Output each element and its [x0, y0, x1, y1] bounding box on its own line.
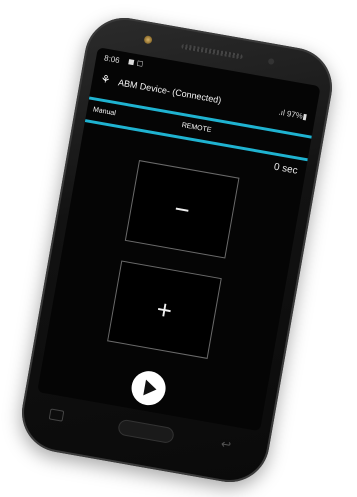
proximity-sensor: [267, 58, 275, 65]
tab-manual[interactable]: Manual: [92, 106, 116, 117]
battery-status: .ıl 97%▮: [277, 107, 308, 122]
status-time: 8:06: [103, 53, 121, 66]
decrease-button[interactable]: −: [124, 160, 240, 259]
home-button[interactable]: [117, 418, 175, 445]
notification-icons: ◼ ◻: [127, 56, 145, 69]
back-icon[interactable]: ↩: [220, 437, 232, 453]
earpiece-speaker: [181, 43, 243, 60]
phone-screen: 8:06 ◼ ◻ ⚘ ABM Device- (Connected) .ıl 9…: [37, 47, 321, 432]
plus-icon: +: [154, 293, 175, 326]
timer-readout: 0 sec: [273, 161, 299, 177]
recent-apps-icon[interactable]: [48, 408, 65, 422]
play-icon: [143, 379, 158, 398]
play-button[interactable]: [128, 368, 169, 408]
front-camera: [143, 35, 153, 45]
phone-device: 8:06 ◼ ◻ ⚘ ABM Device- (Connected) .ıl 9…: [15, 11, 339, 489]
tab-remote[interactable]: REMOTE: [181, 122, 212, 134]
device-icon: ⚘: [99, 73, 112, 87]
increase-button[interactable]: +: [107, 260, 222, 359]
minus-icon: −: [172, 192, 193, 225]
